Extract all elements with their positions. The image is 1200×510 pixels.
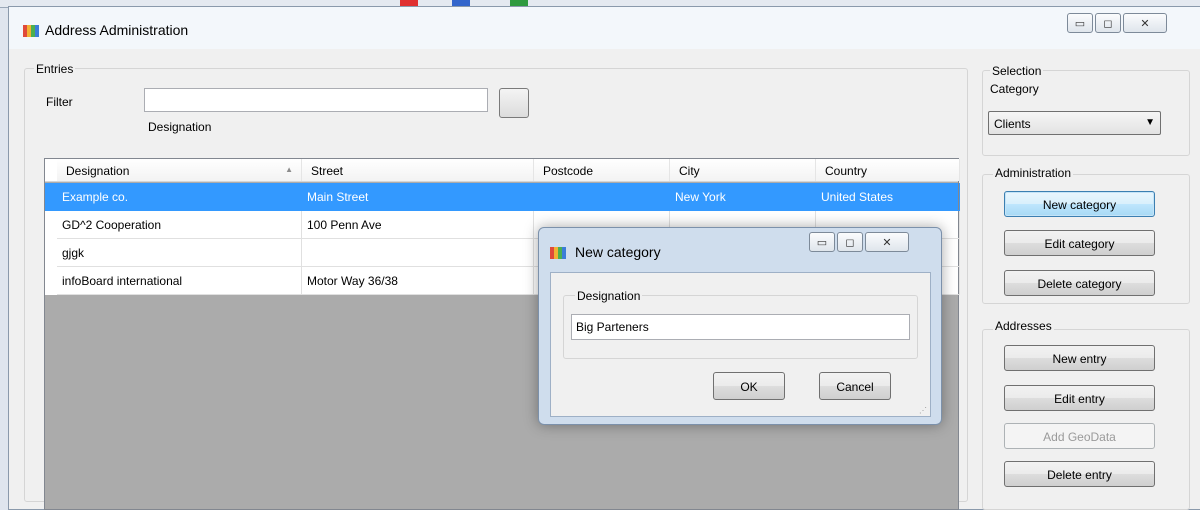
cell-designation: GD^2 Cooperation xyxy=(57,211,302,239)
designation-group-label: Designation xyxy=(575,289,643,303)
title-bar[interactable]: Address Administration ▭ ◻ ✕ xyxy=(9,7,1200,49)
cell-country: United States xyxy=(816,183,960,211)
selection-group-label: Selection xyxy=(990,64,1044,78)
filter-label: Filter xyxy=(46,95,73,109)
filter-input[interactable] xyxy=(144,88,488,112)
cancel-button[interactable]: Cancel xyxy=(819,372,891,400)
column-header-city[interactable]: City xyxy=(670,159,816,181)
minimize-button[interactable]: ▭ xyxy=(1067,13,1093,33)
maximize-icon: ◻ xyxy=(845,236,855,249)
chevron-down-icon: ▼ xyxy=(1145,117,1155,128)
close-icon: ✕ xyxy=(1140,17,1150,30)
cell-designation: gjgk xyxy=(57,239,302,267)
column-header-label: Designation xyxy=(66,164,130,178)
minimize-icon: ▭ xyxy=(1074,17,1086,30)
resize-grip-icon[interactable]: ⋰ xyxy=(919,406,927,415)
addresses-group-label: Addresses xyxy=(993,319,1054,333)
ok-button[interactable]: OK xyxy=(713,372,785,400)
cell-postcode xyxy=(534,183,670,211)
cell-street: Main Street xyxy=(302,183,534,211)
edit-category-button[interactable]: Edit category xyxy=(1004,230,1155,256)
column-header-label: Street xyxy=(311,164,344,178)
maximize-button[interactable]: ◻ xyxy=(1095,13,1121,33)
delete-entry-button[interactable]: Delete entry xyxy=(1004,461,1155,487)
cell-city: New York xyxy=(670,183,816,211)
window-title: Address Administration xyxy=(45,22,189,38)
column-header-label: City xyxy=(679,164,700,178)
new-category-dialog[interactable]: New category ▭ ◻ ✕ Designation Big Parte… xyxy=(538,227,942,425)
cell-designation: Example co. xyxy=(57,183,302,211)
minimize-icon: ▭ xyxy=(816,236,828,249)
category-dropdown[interactable]: Clients ▼ xyxy=(988,111,1161,135)
cell-designation: infoBoard international xyxy=(57,267,302,295)
new-entry-button[interactable]: New entry xyxy=(1004,345,1155,371)
column-header-label: Postcode xyxy=(543,164,594,178)
cell-street: 100 Penn Ave xyxy=(302,211,534,239)
close-icon: ✕ xyxy=(882,236,892,249)
filter-button[interactable] xyxy=(499,88,529,118)
dialog-minimize-button[interactable]: ▭ xyxy=(809,232,835,252)
table-row[interactable]: Example co. Main Street New York United … xyxy=(45,183,960,211)
designation-input[interactable]: Big Parteners xyxy=(571,314,910,340)
add-geodata-button: Add GeoData xyxy=(1004,423,1155,449)
category-label: Category xyxy=(990,82,1039,96)
cell-street: Motor Way 36/38 xyxy=(302,267,534,295)
administration-group-label: Administration xyxy=(993,166,1074,180)
dialog-close-button[interactable]: ✕ xyxy=(865,232,909,252)
maximize-icon: ◻ xyxy=(1103,17,1113,30)
column-header-label: Country xyxy=(825,164,868,178)
category-value: Clients xyxy=(994,117,1031,131)
app-icon xyxy=(23,25,39,37)
edit-entry-button[interactable]: Edit entry xyxy=(1004,385,1155,411)
entries-group-label: Entries xyxy=(34,62,76,76)
column-header-designation[interactable]: Designation ▲ xyxy=(57,159,302,181)
close-button[interactable]: ✕ xyxy=(1123,13,1167,33)
app-icon xyxy=(550,247,566,259)
column-header-street[interactable]: Street xyxy=(302,159,534,181)
table-header: Designation ▲ Street Postcode City Count… xyxy=(45,159,960,182)
dialog-title: New category xyxy=(575,244,661,260)
sort-ascending-icon: ▲ xyxy=(285,165,293,174)
column-header-country[interactable]: Country xyxy=(816,159,960,181)
filter-caption: Designation xyxy=(148,120,212,134)
dialog-maximize-button[interactable]: ◻ xyxy=(837,232,863,252)
delete-category-button[interactable]: Delete category xyxy=(1004,270,1155,296)
cell-street xyxy=(302,239,534,267)
new-category-button[interactable]: New category xyxy=(1004,191,1155,217)
column-header-postcode[interactable]: Postcode xyxy=(534,159,670,181)
